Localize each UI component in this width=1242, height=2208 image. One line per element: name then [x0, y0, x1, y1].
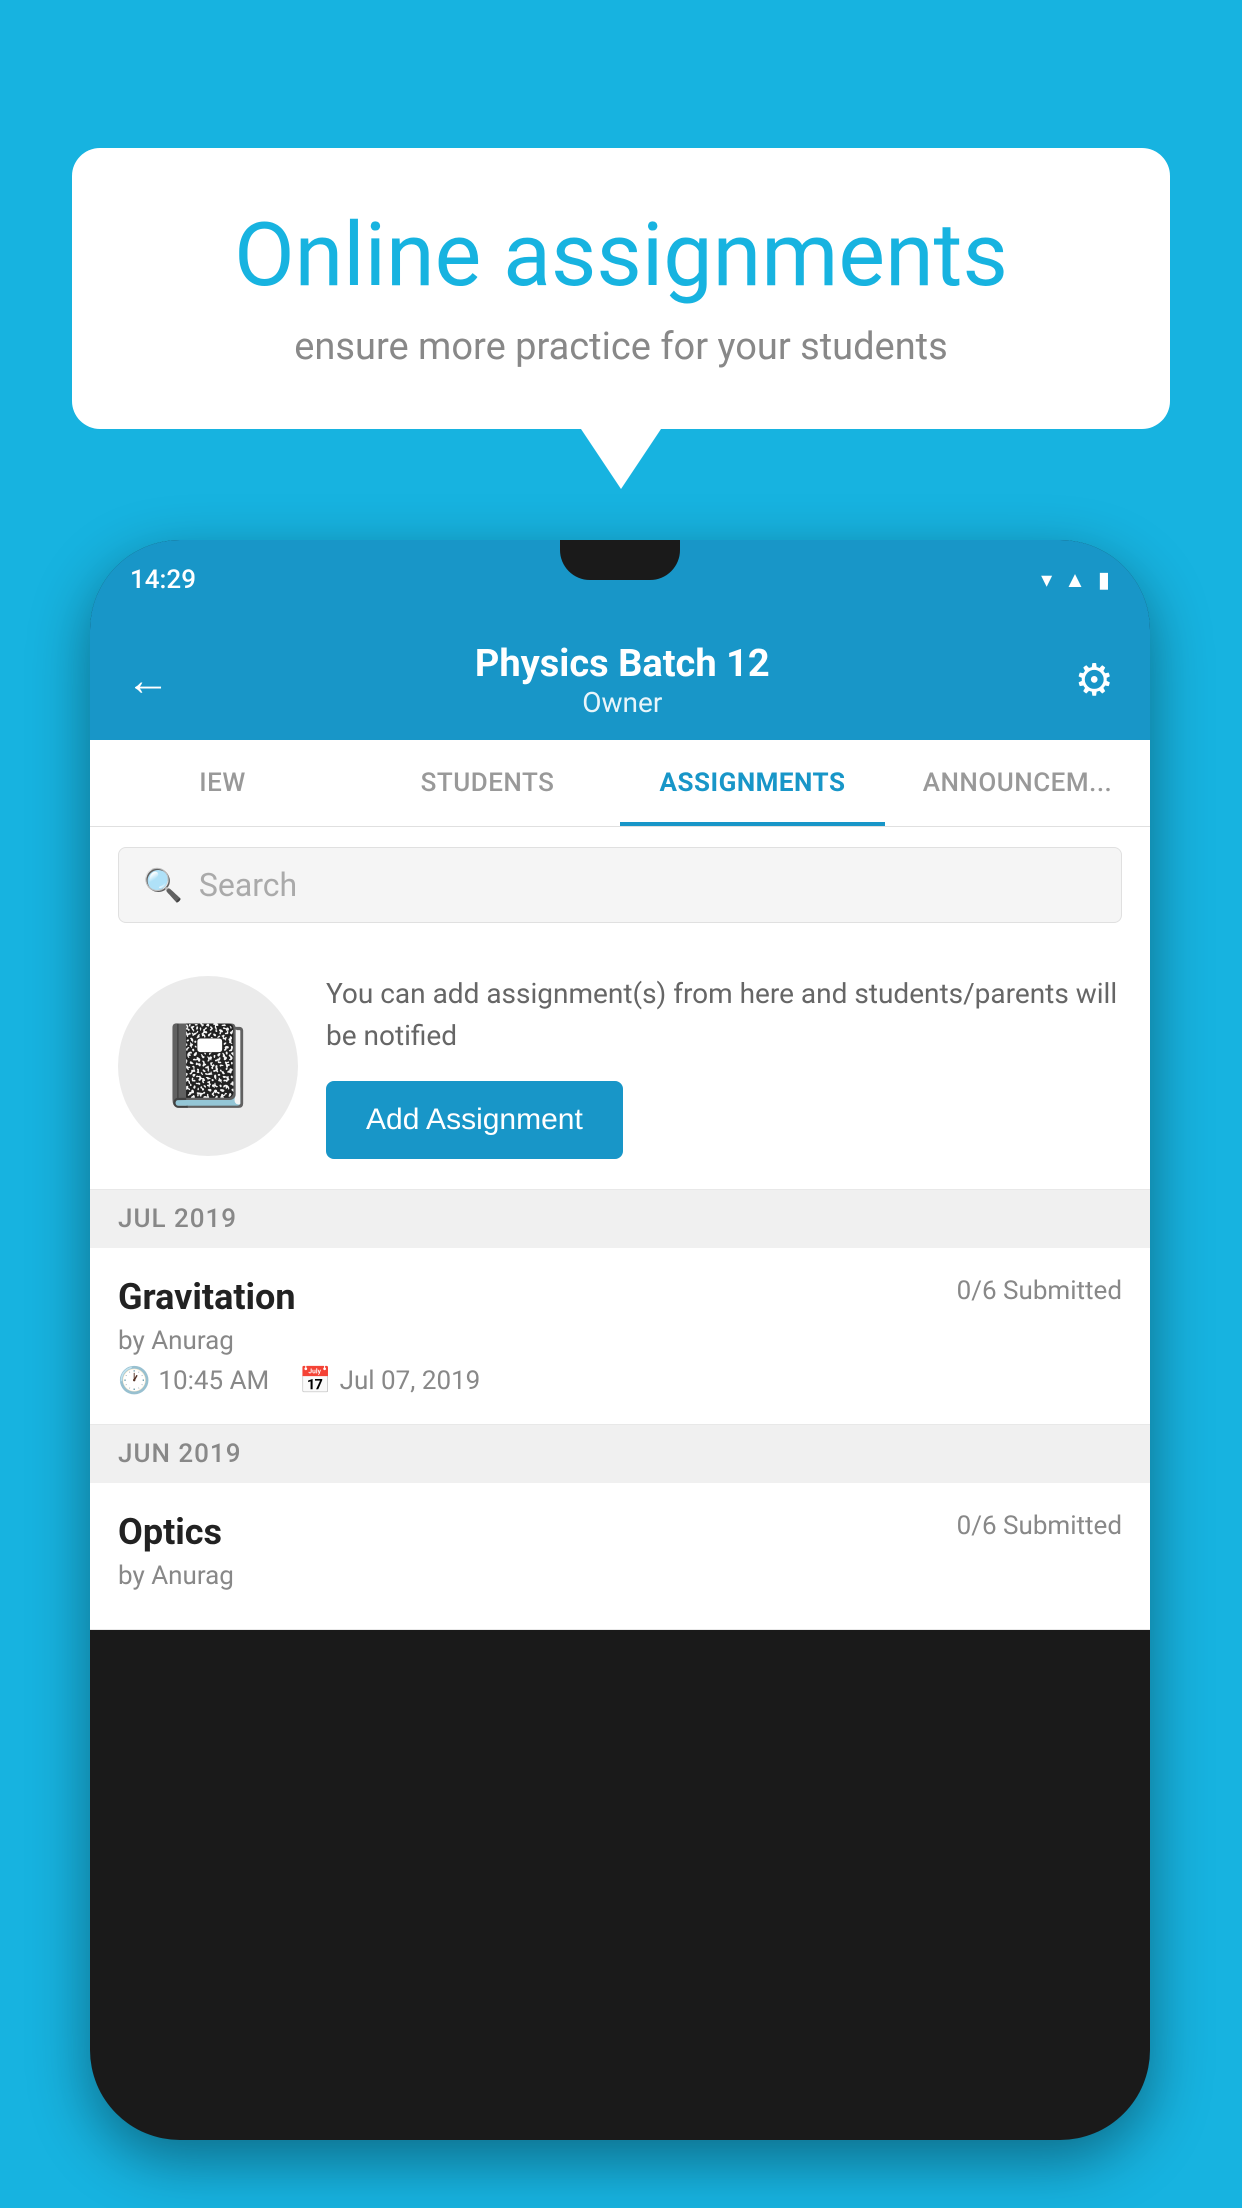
assignment-time-gravitation: 10:45 AM	[158, 1366, 269, 1396]
assignment-date-gravitation: Jul 07, 2019	[340, 1366, 481, 1396]
add-assignment-card: 📓 You can add assignment(s) from here an…	[90, 943, 1150, 1190]
batch-subtitle: Owner	[475, 686, 770, 719]
month-label-jul: JUL 2019	[118, 1204, 237, 1234]
tab-students[interactable]: STUDENTS	[355, 740, 620, 826]
search-icon: 🔍	[143, 866, 183, 904]
assignment-submitted-gravitation: 0/6 Submitted	[957, 1276, 1122, 1306]
speech-bubble-arrow	[581, 429, 661, 489]
search-bar-container: 🔍 Search	[90, 827, 1150, 943]
assignment-item-gravitation[interactable]: Gravitation 0/6 Submitted by Anurag 🕐 10…	[90, 1248, 1150, 1425]
status-bar: 14:29 ▾ ▲ ▮	[90, 540, 1150, 620]
assignment-item-header: Gravitation 0/6 Submitted	[118, 1276, 1122, 1318]
add-assignment-button[interactable]: Add Assignment	[326, 1081, 623, 1159]
signal-icon: ▲	[1064, 567, 1086, 593]
add-assignment-desc: You can add assignment(s) from here and …	[326, 973, 1122, 1057]
notebook-icon: 📓	[158, 1019, 258, 1113]
assignment-icon-circle: 📓	[118, 976, 298, 1156]
header-title-block: Physics Batch 12 Owner	[475, 642, 770, 719]
status-icons: ▾ ▲ ▮	[1041, 567, 1110, 593]
assignment-name-optics: Optics	[118, 1511, 222, 1553]
gear-icon[interactable]: ⚙	[1075, 654, 1114, 706]
assignment-by-optics: by Anurag	[118, 1561, 1122, 1591]
speech-bubble-title: Online assignments	[152, 208, 1090, 305]
battery-icon: ▮	[1098, 568, 1110, 593]
phone-frame: 14:29 ▾ ▲ ▮ ← Physics Batch 12 Owner ⚙ I…	[90, 540, 1150, 2140]
tabs-bar: IEW STUDENTS ASSIGNMENTS ANNOUNCEM...	[90, 740, 1150, 827]
assignment-name-gravitation: Gravitation	[118, 1276, 296, 1318]
tab-announcements[interactable]: ANNOUNCEM...	[885, 740, 1150, 826]
tab-iew[interactable]: IEW	[90, 740, 355, 826]
meta-date-gravitation: 📅 Jul 07, 2019	[299, 1366, 480, 1396]
month-label-jun: JUN 2019	[118, 1439, 241, 1469]
add-assignment-right: You can add assignment(s) from here and …	[326, 973, 1122, 1159]
wifi-icon: ▾	[1041, 568, 1052, 593]
month-section-jul: JUL 2019	[90, 1190, 1150, 1248]
back-button[interactable]: ←	[126, 654, 170, 706]
clock-icon: 🕐	[118, 1366, 150, 1396]
tab-assignments[interactable]: ASSIGNMENTS	[620, 740, 885, 826]
assignment-by-gravitation: by Anurag	[118, 1326, 1122, 1356]
assignment-meta-gravitation: 🕐 10:45 AM 📅 Jul 07, 2019	[118, 1366, 1122, 1396]
screen-content: 🔍 Search 📓 You can add assignment(s) fro…	[90, 827, 1150, 1630]
speech-bubble-container: Online assignments ensure more practice …	[72, 148, 1170, 489]
month-section-jun: JUN 2019	[90, 1425, 1150, 1483]
assignment-item-header-optics: Optics 0/6 Submitted	[118, 1511, 1122, 1553]
search-bar[interactable]: 🔍 Search	[118, 847, 1122, 923]
assignment-item-optics[interactable]: Optics 0/6 Submitted by Anurag	[90, 1483, 1150, 1630]
search-placeholder-text: Search	[199, 866, 297, 904]
app-header: ← Physics Batch 12 Owner ⚙	[90, 620, 1150, 740]
phone-notch	[560, 540, 680, 580]
assignment-submitted-optics: 0/6 Submitted	[957, 1511, 1122, 1541]
calendar-icon: 📅	[299, 1366, 331, 1396]
batch-title: Physics Batch 12	[475, 642, 770, 686]
speech-bubble-subtitle: ensure more practice for your students	[152, 325, 1090, 369]
speech-bubble: Online assignments ensure more practice …	[72, 148, 1170, 429]
meta-time-gravitation: 🕐 10:45 AM	[118, 1366, 269, 1396]
status-time: 14:29	[130, 565, 196, 595]
